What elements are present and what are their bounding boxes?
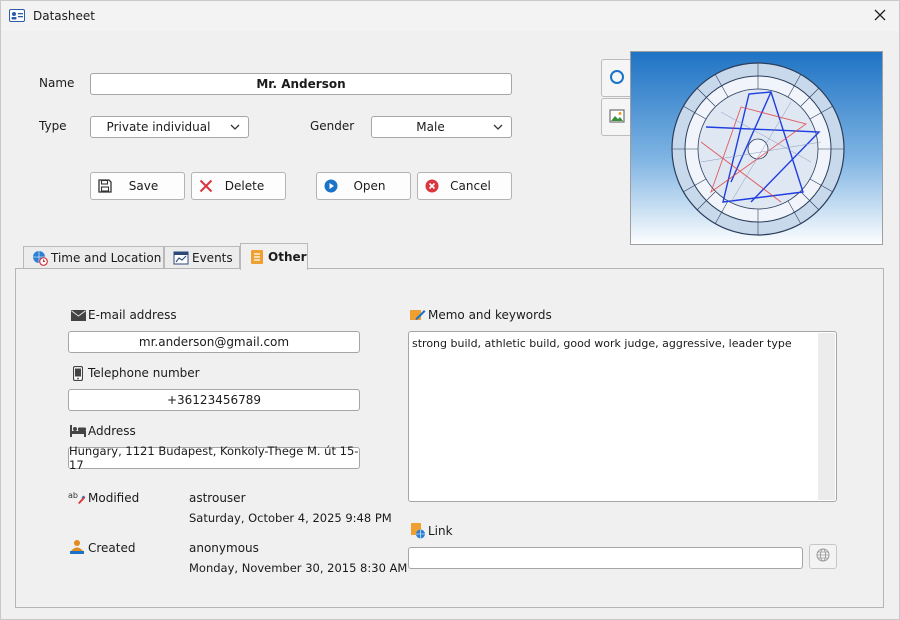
delete-button-label: Delete [224, 179, 265, 193]
cancel-button-label: Cancel [450, 179, 491, 193]
gender-label: Gender [310, 119, 355, 133]
title-bar: Datasheet [1, 1, 899, 31]
chart-view-tab[interactable] [601, 59, 631, 97]
email-label: E-mail address [88, 308, 177, 322]
open-button-label: Open [353, 179, 386, 193]
modified-user: astrouser [189, 491, 246, 505]
tab-time-and-location[interactable]: Time and Location [23, 246, 164, 269]
birth-chart-preview[interactable] [630, 51, 883, 245]
globe-clock-icon [32, 250, 48, 266]
memo-textarea[interactable]: strong build, athletic build, good work … [408, 331, 837, 502]
link-document-icon [410, 523, 426, 539]
document-orange-icon [249, 249, 265, 265]
delete-x-icon [198, 178, 214, 194]
email-field[interactable]: mr.anderson@gmail.com [68, 331, 360, 353]
globe-icon [816, 548, 830, 565]
cancel-button[interactable]: Cancel [417, 172, 512, 200]
memo-label: Memo and keywords [428, 308, 552, 322]
address-field[interactable]: Hungary, 1121 Budapest, Konkoly-Thege M.… [68, 444, 360, 472]
link-label: Link [428, 524, 453, 538]
link-input[interactable] [408, 547, 803, 569]
modified-date: Saturday, October 4, 2025 9:48 PM [189, 511, 392, 525]
phone-icon [70, 365, 86, 381]
text-edit-icon: ab [68, 489, 86, 505]
window-title: Datasheet [33, 9, 95, 23]
play-circle-icon [323, 178, 339, 194]
zodiac-wheel [671, 62, 845, 236]
delete-button[interactable]: Delete [191, 172, 286, 200]
phone-field[interactable]: +36123456789 [68, 389, 360, 411]
created-user: anonymous [189, 541, 259, 555]
image-icon [609, 109, 625, 126]
address-label: Address [88, 424, 136, 438]
chevron-down-icon [226, 124, 244, 130]
type-select[interactable]: Private individual [90, 116, 249, 138]
memo-scrollbar[interactable] [818, 333, 835, 500]
tab-time-and-location-label: Time and Location [51, 251, 162, 265]
save-button-label: Save [128, 179, 159, 193]
modified-label: Modified [88, 491, 140, 505]
datasheet-window: Datasheet Name Mr. Anderson Type Private… [0, 0, 900, 620]
phone-label: Telephone number [88, 366, 200, 380]
gender-select[interactable]: Male [371, 116, 512, 138]
svg-text:ab: ab [68, 491, 78, 500]
id-card-icon [9, 9, 25, 22]
created-date: Monday, November 30, 2015 8:30 AM [189, 561, 408, 575]
name-field[interactable]: Mr. Anderson [90, 73, 512, 95]
name-label: Name [39, 76, 75, 90]
open-link-button[interactable] [809, 544, 837, 569]
type-label: Type [39, 119, 67, 133]
chart-window-icon [173, 250, 189, 266]
close-button[interactable] [869, 6, 891, 26]
memo-pencil-icon [410, 307, 426, 323]
close-icon [874, 9, 886, 21]
save-button[interactable]: Save [90, 172, 185, 200]
user-created-icon [69, 539, 85, 555]
floppy-disk-icon [97, 178, 113, 194]
tab-other-label: Other [268, 250, 307, 264]
circle-icon [609, 69, 625, 88]
bed-icon [70, 423, 86, 439]
tab-other[interactable]: Other [240, 243, 308, 270]
open-button[interactable]: Open [316, 172, 411, 200]
tab-events[interactable]: Events [164, 246, 240, 269]
envelope-icon [70, 307, 86, 323]
tab-events-label: Events [192, 251, 233, 265]
image-view-tab[interactable] [601, 98, 631, 136]
type-select-value: Private individual [106, 120, 211, 134]
cancel-circle-icon [424, 178, 440, 194]
created-label: Created [88, 541, 136, 555]
gender-select-value: Male [416, 120, 445, 134]
memo-text: strong build, athletic build, good work … [412, 337, 792, 350]
chevron-down-icon [489, 124, 507, 130]
